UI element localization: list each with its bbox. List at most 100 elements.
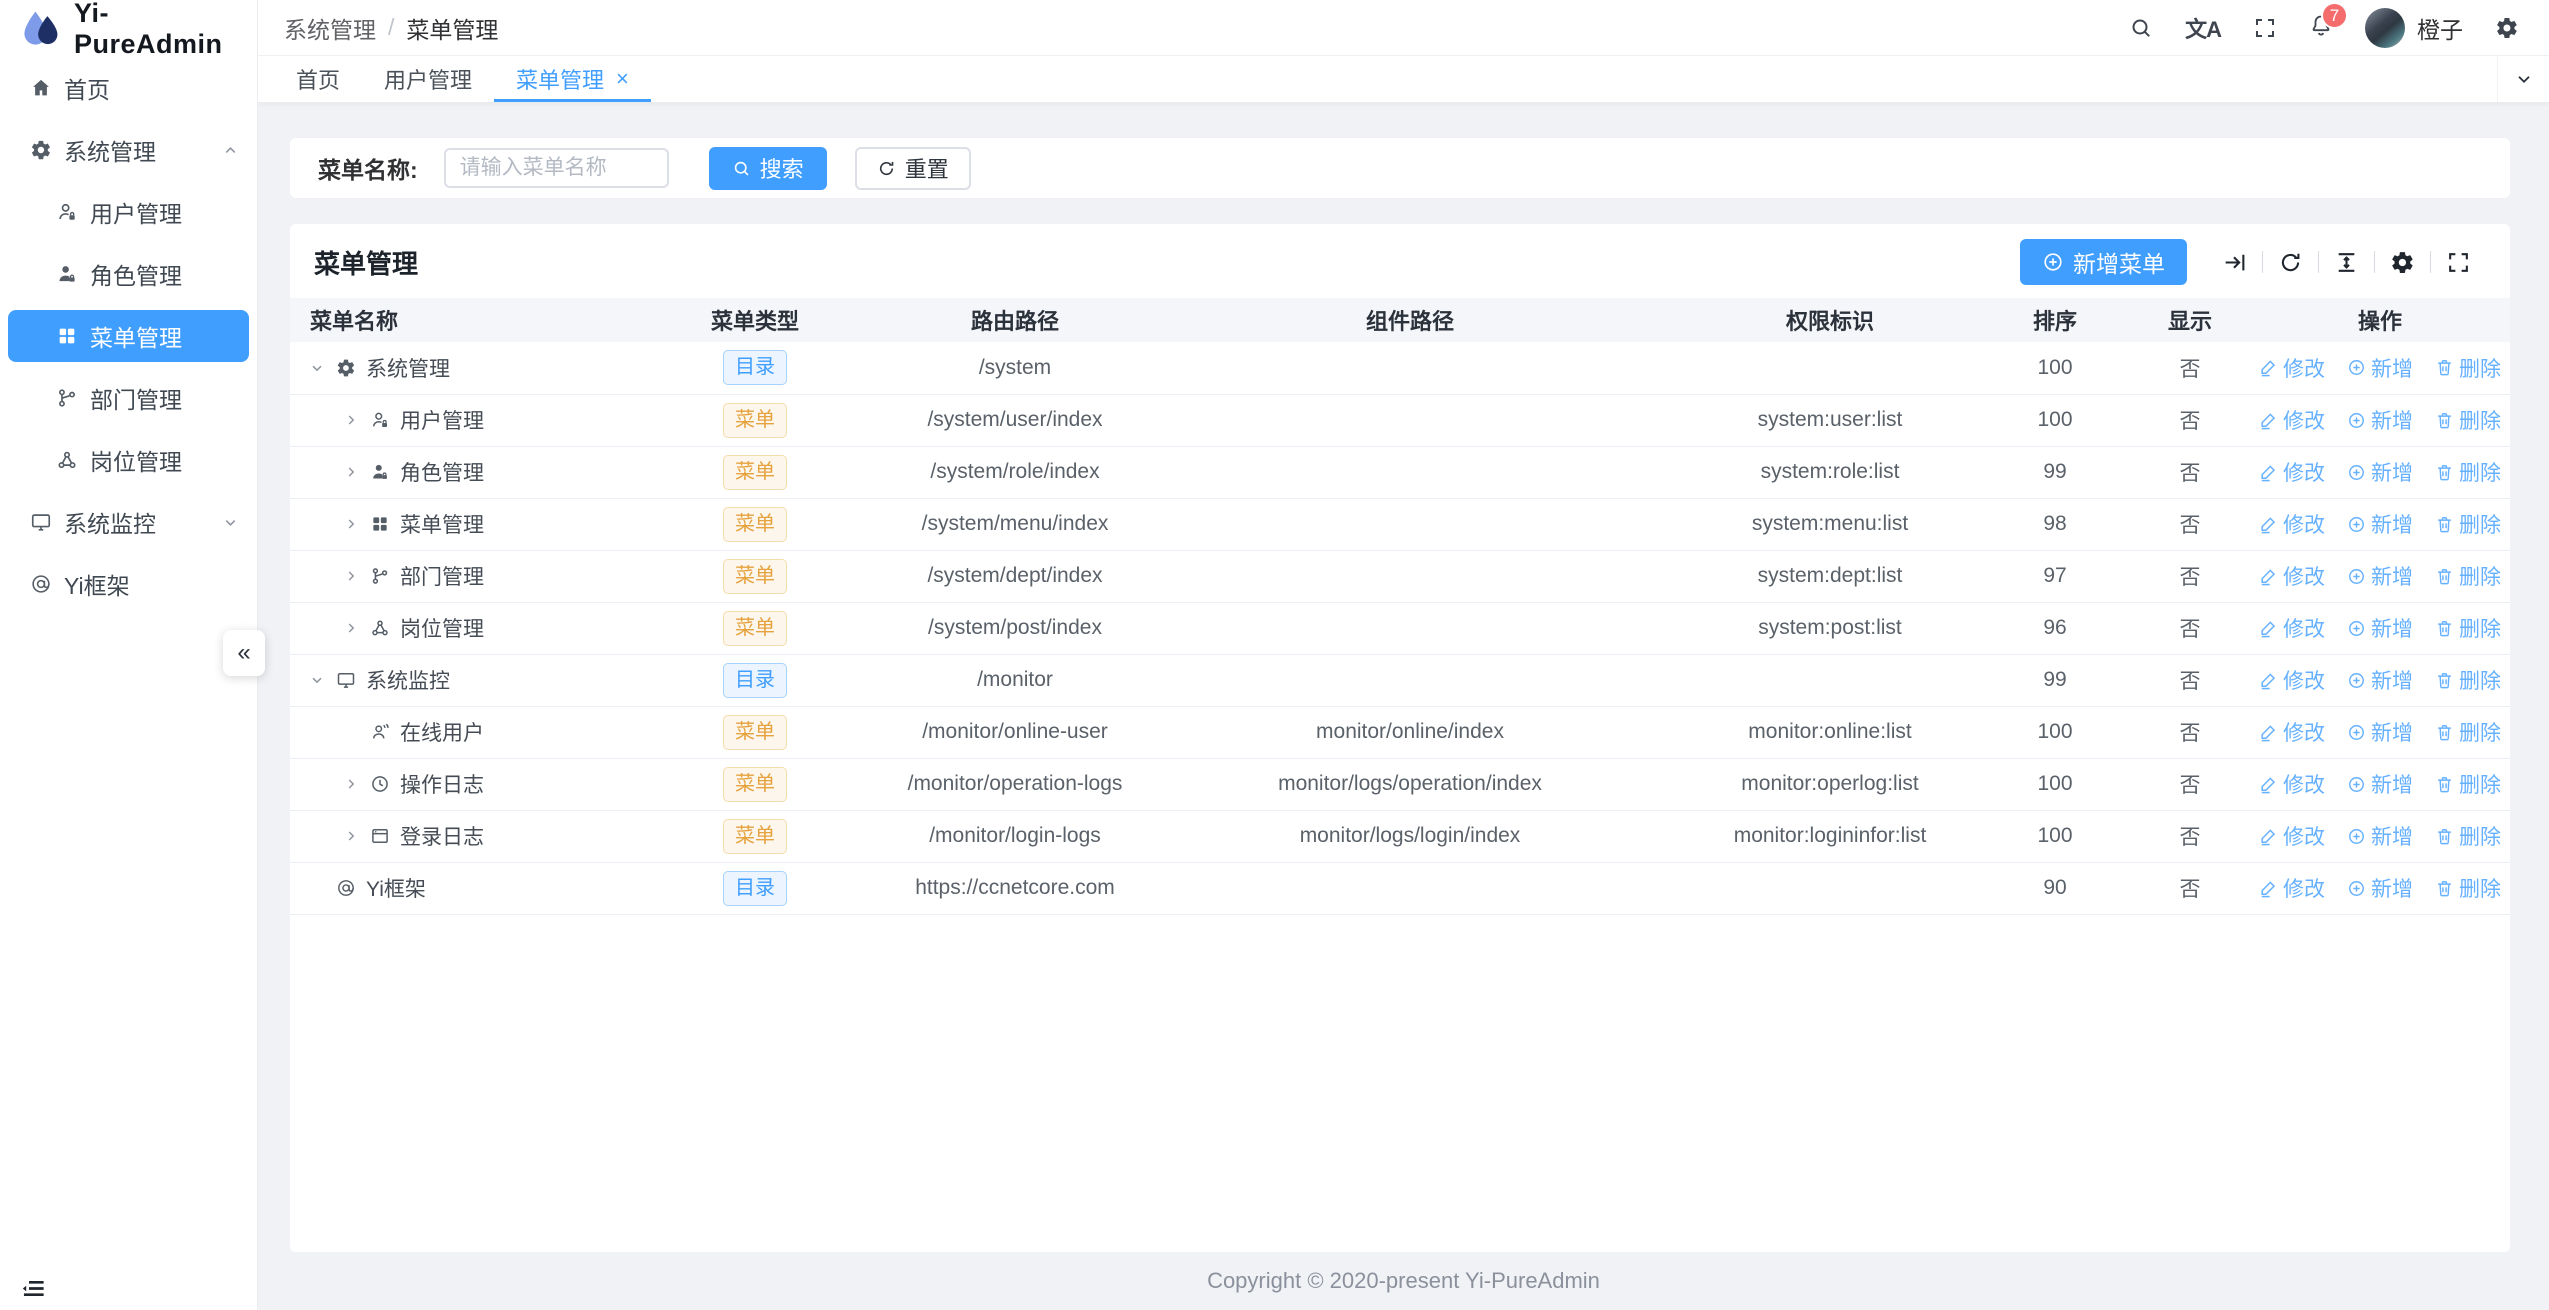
delete-button[interactable]: 删除 [2435,405,2501,435]
add-button[interactable]: 新增 [2347,665,2413,695]
user-icon [370,410,390,430]
sidebar-item-home[interactable]: 首页 [0,57,257,119]
menu-type-cell: 菜单 [620,498,890,550]
column-settings-icon[interactable] [2375,250,2430,275]
menu-type-cell: 菜单 [620,758,890,810]
action-label: 删除 [2459,769,2501,799]
add-button[interactable]: 新增 [2347,613,2413,643]
sidebar-item-system[interactable]: 系统管理 [0,119,257,181]
table-fullscreen-icon[interactable] [2431,250,2486,275]
delete-button[interactable]: 删除 [2435,509,2501,539]
delete-button[interactable]: 删除 [2435,665,2501,695]
actions-cell: 修改新增删除 [2250,446,2510,498]
close-tab-icon[interactable]: × [616,68,629,90]
row-expand-toggle[interactable] [308,672,326,688]
plus-circle-icon [2042,251,2064,273]
reset-button[interactable]: 重置 [855,147,971,190]
menu-name: 岗位管理 [400,613,484,643]
delete-button[interactable]: 删除 [2435,613,2501,643]
delete-button[interactable]: 删除 [2435,717,2501,747]
delete-button[interactable]: 删除 [2435,457,2501,487]
menu-name-cell: 登录日志 [290,810,620,862]
menu-type-tag: 菜单 [723,767,787,802]
delete-button[interactable]: 删除 [2435,873,2501,903]
row-density-icon[interactable] [2319,250,2374,275]
tab-user[interactable]: 用户管理 [362,56,494,102]
row-expand-toggle[interactable] [342,620,360,636]
menu-fold-icon[interactable] [20,1275,47,1302]
edit-button[interactable]: 修改 [2259,665,2325,695]
edit-button[interactable]: 修改 [2259,457,2325,487]
sidebar-item-monitor[interactable]: 系统监控 [0,491,257,553]
tab-home[interactable]: 首页 [274,56,362,102]
action-label: 删除 [2459,613,2501,643]
notifications-button[interactable]: 7 [2309,13,2333,42]
expand-toggle-icon[interactable] [2207,250,2262,275]
edit-button[interactable]: 修改 [2259,873,2325,903]
delete-button[interactable]: 删除 [2435,561,2501,591]
add-button[interactable]: 新增 [2347,457,2413,487]
permission-cell [1680,342,1980,394]
add-button[interactable]: 新增 [2347,353,2413,383]
sort-cell: 100 [1980,342,2130,394]
menu-name: 在线用户 [400,717,484,747]
water-drop-logo-icon [18,7,62,51]
sidebar-item-yi-framework[interactable]: Yi框架 [0,553,257,615]
tab-more-chevron-down-icon[interactable] [2497,56,2549,102]
delete-button[interactable]: 删除 [2435,353,2501,383]
delete-button[interactable]: 删除 [2435,821,2501,851]
add-button[interactable]: 新增 [2347,405,2413,435]
add-menu-button[interactable]: 新增菜单 [2020,239,2187,285]
visible-cell: 否 [2130,342,2250,394]
row-expand-toggle[interactable] [342,464,360,480]
row-expand-toggle[interactable] [342,828,360,844]
panel-title: 菜单管理 [314,244,418,281]
edit-button[interactable]: 修改 [2259,821,2325,851]
add-button[interactable]: 新增 [2347,873,2413,903]
monitor-icon [336,670,356,690]
edit-button[interactable]: 修改 [2259,717,2325,747]
edit-button[interactable]: 修改 [2259,405,2325,435]
settings-gear-icon[interactable] [2495,16,2519,40]
row-expand-toggle[interactable] [342,568,360,584]
row-expand-toggle[interactable] [342,516,360,532]
breadcrumb-item-menu: 菜单管理 [406,11,498,45]
row-expand-toggle[interactable] [308,360,326,376]
translate-icon[interactable]: 文A [2185,12,2221,44]
sidebar-item-menu[interactable]: 菜单管理 [8,310,249,362]
actions-cell: 修改新增 删除 [2250,758,2510,810]
delete-button[interactable]: 删除 [2435,769,2501,799]
add-button[interactable]: 新增 [2347,821,2413,851]
user-menu[interactable]: 橙子 [2365,8,2463,48]
row-expand-toggle[interactable] [342,776,360,792]
edit-button[interactable]: 修改 [2259,561,2325,591]
action-label: 修改 [2283,405,2325,435]
sidebar-item-role[interactable]: 角色管理 [0,243,257,305]
sidebar-item-dept[interactable]: 部门管理 [0,367,257,429]
add-button[interactable]: 新增 [2347,561,2413,591]
tab-menu[interactable]: 菜单管理× [494,56,651,102]
sidebar-collapse-button[interactable]: « [223,630,265,676]
add-button[interactable]: 新增 [2347,769,2413,799]
search-button[interactable]: 搜索 [709,147,827,190]
edit-button[interactable]: 修改 [2259,769,2325,799]
logo[interactable]: Yi-PureAdmin [0,0,257,57]
sidebar-item-user[interactable]: 用户管理 [0,181,257,243]
search-icon[interactable] [2129,16,2153,40]
menu-name: 用户管理 [400,405,484,435]
sidebar-item-post[interactable]: 岗位管理 [0,429,257,491]
row-expand-toggle[interactable] [342,412,360,428]
route-path-cell: /system/post/index [890,602,1140,654]
add-button[interactable]: 新增 [2347,509,2413,539]
breadcrumb-item-system[interactable]: 系统管理 [284,11,376,45]
column-header: 菜单名称 [290,298,620,342]
edit-pencil-icon [2259,827,2278,846]
edit-button[interactable]: 修改 [2259,509,2325,539]
add-button[interactable]: 新增 [2347,717,2413,747]
fullscreen-icon[interactable] [2253,16,2277,40]
menu-name-input[interactable] [444,148,669,188]
table-refresh-icon[interactable] [2263,250,2318,275]
edit-button[interactable]: 修改 [2259,353,2325,383]
edit-button[interactable]: 修改 [2259,613,2325,643]
gear-icon [30,139,52,161]
